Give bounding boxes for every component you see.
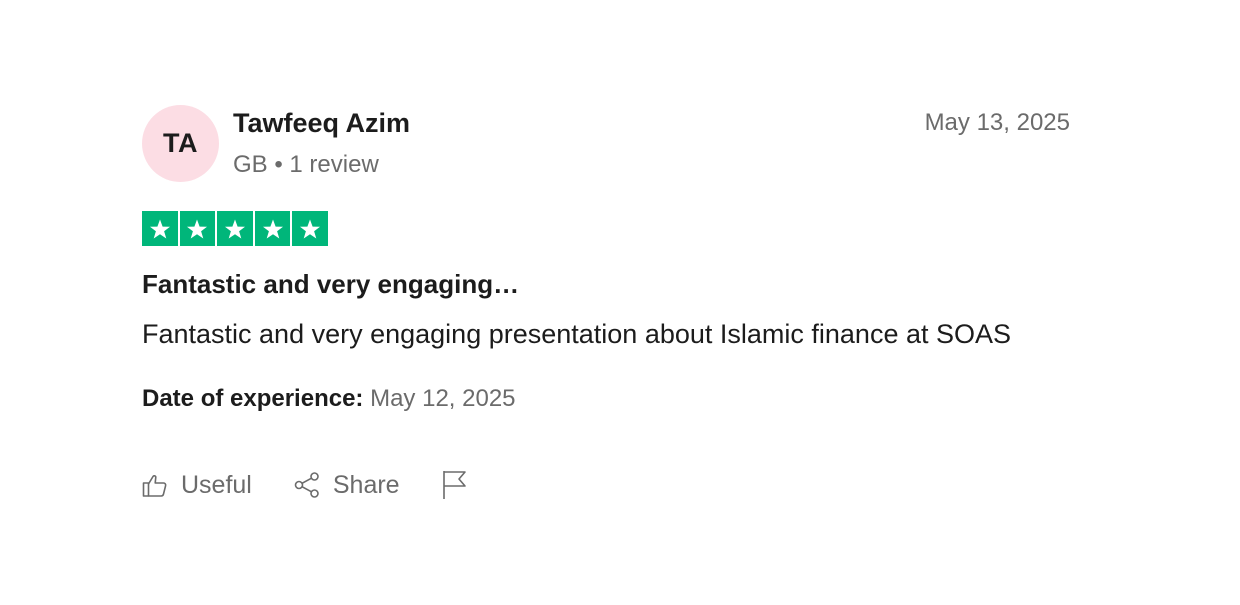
star-icon (292, 211, 328, 246)
review-card: TA Tawfeeq Azim GB • 1 review May 13, 20… (142, 105, 1070, 499)
star-icon (179, 211, 216, 246)
date-of-experience: Date of experience: May 12, 2025 (142, 385, 516, 413)
star-icon (217, 211, 253, 246)
reviewer-name[interactable]: Tawfeeq Azim (233, 108, 410, 139)
useful-button[interactable]: Useful (142, 471, 252, 500)
share-label: Share (332, 470, 400, 499)
reviewer-meta: GB • 1 review (233, 151, 379, 178)
share-button[interactable]: Share (294, 471, 400, 500)
thumbs-up-icon (142, 472, 168, 498)
avatar[interactable]: TA (142, 105, 219, 182)
experience-date: May 12, 2025 (370, 385, 516, 412)
useful-label: Useful (181, 470, 252, 499)
experience-label: Date of experience: (142, 385, 364, 412)
review-title[interactable]: Fantastic and very engaging… (142, 269, 519, 300)
share-icon (294, 472, 320, 498)
review-actions: Useful Share (142, 470, 468, 500)
star-icon (142, 211, 178, 246)
flag-icon (442, 470, 468, 500)
review-body: Fantastic and very engaging presentation… (142, 319, 1012, 349)
star-icon (254, 211, 291, 246)
review-header: TA Tawfeeq Azim GB • 1 review May 13, 20… (142, 105, 1070, 185)
review-date: May 13, 2025 (924, 109, 1070, 136)
star-rating (142, 211, 328, 246)
report-button[interactable] (442, 470, 468, 500)
